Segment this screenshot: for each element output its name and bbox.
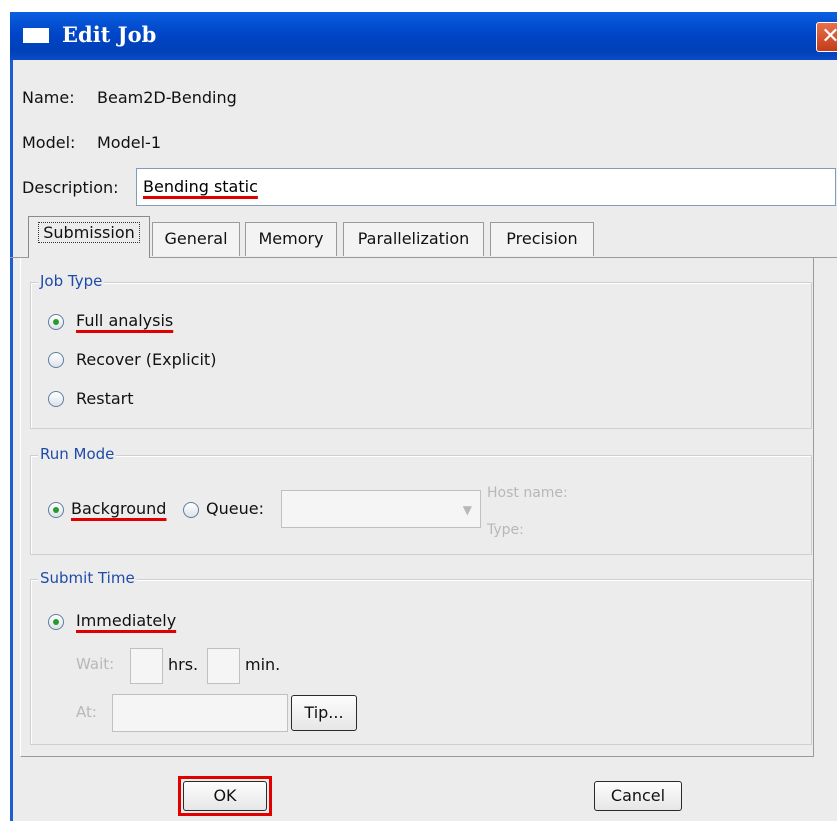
title-bar[interactable]: Edit Job ✕: [10, 12, 837, 60]
queue-label[interactable]: Queue:: [206, 499, 264, 518]
tab-general[interactable]: General: [152, 222, 240, 256]
recover-explicit-radio[interactable]: [48, 352, 64, 368]
edit-job-dialog: Edit Job ✕ Name: Beam2D-Bending Model: M…: [0, 0, 837, 821]
immediately-radio[interactable]: [48, 614, 64, 630]
model-label: Model:: [22, 133, 76, 152]
cancel-button[interactable]: Cancel: [594, 781, 682, 811]
tip-button[interactable]: Tip...: [291, 695, 357, 731]
restart-label[interactable]: Restart: [76, 389, 134, 408]
queue-radio[interactable]: [183, 502, 199, 518]
wait-hours-field[interactable]: [130, 648, 163, 684]
name-label: Name:: [22, 88, 75, 107]
at-label: At:: [76, 703, 97, 721]
dialog-title: Edit Job: [62, 22, 157, 47]
run-mode-title: Run Mode: [38, 445, 117, 463]
wait-minutes-field[interactable]: [207, 648, 240, 684]
window-icon: [23, 28, 49, 43]
tab-submission[interactable]: Submission: [28, 216, 150, 258]
queue-combo[interactable]: ▼: [281, 490, 481, 528]
description-label: Description:: [22, 178, 119, 197]
type-label: Type:: [487, 522, 524, 538]
ok-highlight: [178, 776, 272, 816]
restart-radio[interactable]: [48, 391, 64, 407]
hrs-label: hrs.: [168, 655, 199, 674]
background-radio[interactable]: [48, 502, 64, 518]
tab-parallelization[interactable]: Parallelization: [343, 222, 484, 256]
dropdown-arrow-icon: ▼: [462, 503, 472, 517]
full-analysis-label[interactable]: Full analysis: [76, 311, 173, 330]
immediately-label[interactable]: Immediately: [76, 611, 176, 630]
description-value: Bending static: [143, 177, 258, 196]
name-value: Beam2D-Bending: [97, 88, 237, 107]
background-label[interactable]: Background: [71, 499, 166, 518]
recover-explicit-label[interactable]: Recover (Explicit): [76, 350, 216, 369]
min-label: min.: [245, 655, 281, 674]
description-input[interactable]: Bending static: [136, 168, 836, 206]
tab-precision[interactable]: Precision: [490, 222, 594, 256]
full-analysis-radio[interactable]: [48, 314, 64, 330]
at-time-field[interactable]: [112, 694, 288, 732]
close-button[interactable]: ✕: [816, 22, 837, 52]
job-type-title: Job Type: [38, 272, 105, 290]
tab-memory[interactable]: Memory: [245, 222, 337, 256]
wait-label: Wait:: [76, 655, 115, 673]
model-value: Model-1: [97, 133, 161, 152]
host-name-label: Host name:: [487, 485, 568, 501]
submit-time-title: Submit Time: [38, 569, 137, 587]
